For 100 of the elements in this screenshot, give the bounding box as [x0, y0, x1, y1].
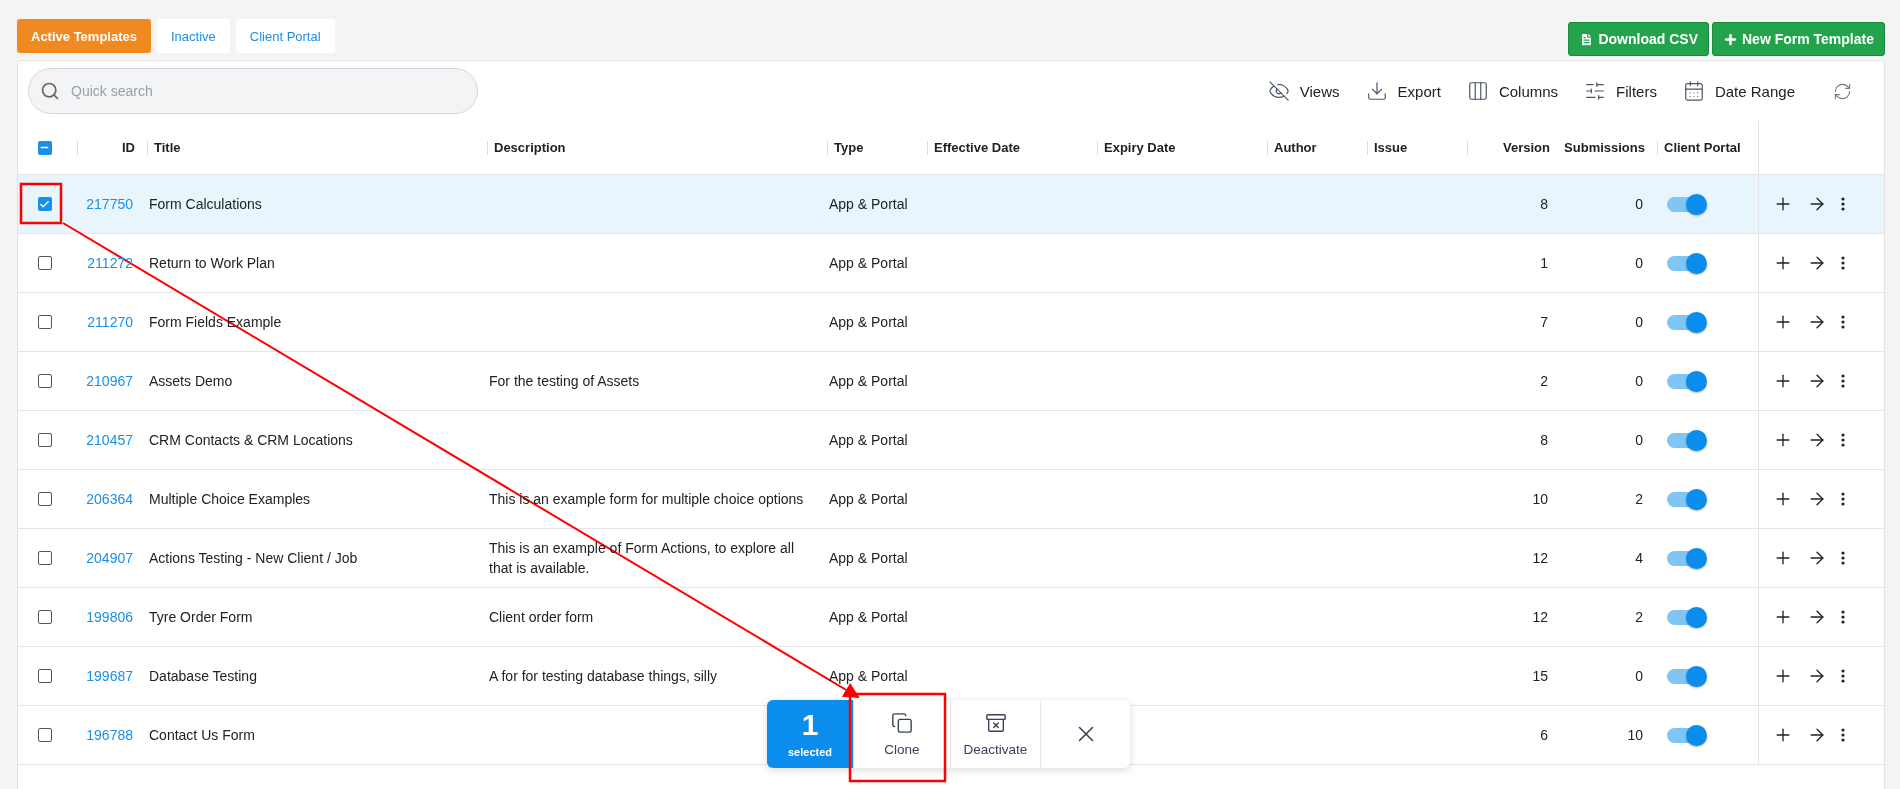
type-cell: App & Portal	[829, 549, 908, 566]
column-header[interactable]: Description	[494, 140, 566, 155]
toolbar-button[interactable]: Filters	[1584, 80, 1657, 102]
more-icon	[1841, 551, 1845, 565]
more-icon	[1841, 610, 1845, 624]
more-button[interactable]	[1841, 433, 1845, 447]
download-icon	[1365, 80, 1388, 102]
more-button[interactable]	[1841, 197, 1845, 211]
more-icon	[1841, 433, 1845, 447]
copy-icon	[891, 711, 913, 734]
column-header[interactable]: ID	[122, 140, 135, 155]
client-portal-toggle[interactable]	[1667, 314, 1704, 330]
type-cell: App & Portal	[829, 431, 908, 448]
title-cell: Tyre Order Form	[149, 608, 253, 625]
client-portal-toggle[interactable]	[1667, 373, 1704, 389]
more-icon	[1841, 374, 1845, 388]
row-checkbox[interactable]	[37, 669, 52, 683]
client-portal-toggle[interactable]	[1667, 491, 1704, 507]
description-cell: A for for testing database things, silly	[489, 667, 717, 684]
id-link[interactable]: 199806	[86, 609, 133, 625]
more-button[interactable]	[1841, 669, 1845, 683]
title-cell: Form Calculations	[149, 195, 262, 212]
version-cell: 12	[1532, 608, 1548, 625]
row-checkbox[interactable]	[37, 256, 52, 270]
row-checkbox[interactable]	[37, 433, 52, 447]
submissions-cell: 0	[1635, 313, 1643, 330]
client-portal-toggle[interactable]	[1667, 432, 1704, 448]
more-button[interactable]	[1841, 256, 1845, 270]
search-field[interactable]: Quick search	[28, 68, 478, 114]
row-checkbox[interactable]	[37, 492, 52, 506]
description-cell: This is an example of Form Actions, to explore all that is available.	[489, 539, 795, 576]
toolbar-button[interactable]: Date Range	[1682, 80, 1795, 102]
refresh-icon	[1833, 81, 1852, 101]
more-button[interactable]	[1841, 492, 1845, 506]
version-cell: 10	[1532, 490, 1548, 507]
type-cell: App & Portal	[829, 195, 908, 212]
column-header[interactable]: Expiry Date	[1104, 140, 1176, 155]
id-link[interactable]: 204907	[86, 550, 133, 566]
more-button[interactable]	[1841, 551, 1845, 565]
more-icon	[1841, 197, 1845, 211]
more-button[interactable]	[1841, 728, 1845, 742]
id-link[interactable]: 196788	[86, 727, 133, 743]
client-portal-toggle[interactable]	[1667, 668, 1704, 684]
tab[interactable]: Client Portal	[235, 19, 335, 53]
row-checkbox[interactable]	[37, 315, 52, 329]
clone-button[interactable]: Clone	[853, 700, 950, 768]
submissions-cell: 2	[1635, 608, 1643, 625]
more-button[interactable]	[1841, 315, 1845, 329]
client-portal-toggle[interactable]	[1667, 609, 1704, 625]
id-link[interactable]: 210967	[86, 373, 133, 389]
submissions-cell: 2	[1635, 490, 1643, 507]
client-portal-toggle[interactable]	[1667, 727, 1704, 743]
client-portal-toggle[interactable]	[1667, 255, 1704, 271]
column-header[interactable]: Effective Date	[934, 140, 1020, 155]
column-header[interactable]: Submissions	[1564, 140, 1645, 155]
toolbar-button[interactable]: Views	[1267, 80, 1340, 102]
version-cell: 8	[1540, 195, 1548, 212]
toolbar-button[interactable]: Columns	[1466, 80, 1559, 102]
more-button[interactable]	[1841, 374, 1845, 388]
tab[interactable]: Inactive	[156, 19, 230, 53]
id-link[interactable]: 211270	[87, 314, 133, 330]
client-portal-toggle[interactable]	[1667, 196, 1704, 212]
toolbar-button[interactable]: Export	[1365, 80, 1441, 102]
refresh-button[interactable]	[1833, 81, 1852, 101]
id-link[interactable]: 210457	[86, 432, 133, 448]
version-cell: 12	[1532, 549, 1548, 566]
type-cell: App & Portal	[829, 372, 908, 389]
row-checkbox[interactable]	[37, 551, 52, 565]
row-checkbox[interactable]	[37, 728, 52, 742]
more-icon	[1841, 728, 1845, 742]
version-cell: 15	[1532, 667, 1548, 684]
submissions-cell: 4	[1635, 549, 1643, 566]
more-button[interactable]	[1841, 610, 1845, 624]
description-cell: Client order form	[489, 608, 594, 625]
column-header[interactable]: Client Portal	[1664, 140, 1741, 155]
submissions-cell: 0	[1635, 195, 1643, 212]
version-cell: 1	[1540, 254, 1548, 271]
title-cell: Contact Us Form	[149, 726, 255, 743]
title-cell: Actions Testing - New Client / Job	[149, 549, 358, 566]
deactivate-button[interactable]: Deactivate	[950, 700, 1040, 768]
id-link[interactable]: 199687	[86, 668, 133, 684]
selected-label: selected	[788, 746, 832, 758]
column-header[interactable]: Version	[1503, 140, 1550, 155]
archive-icon	[984, 711, 1007, 734]
column-header[interactable]: Author	[1274, 140, 1317, 155]
column-header[interactable]: Issue	[1374, 140, 1408, 155]
check-icon	[39, 198, 50, 210]
type-cell: App & Portal	[829, 667, 908, 684]
client-portal-toggle[interactable]	[1667, 550, 1704, 566]
row-checkbox[interactable]	[37, 374, 52, 388]
type-cell: App & Portal	[829, 313, 908, 330]
file-icon	[1579, 31, 1595, 47]
submissions-cell: 10	[1627, 726, 1643, 743]
column-header[interactable]: Type	[834, 140, 864, 155]
id-link[interactable]: 206364	[86, 491, 133, 507]
row-checkbox[interactable]	[37, 610, 52, 624]
row-checkbox[interactable]	[37, 197, 52, 211]
title-cell: Form Fields Example	[149, 313, 282, 330]
select-all-checkbox[interactable]	[37, 140, 52, 155]
column-header[interactable]: Title	[154, 140, 181, 155]
